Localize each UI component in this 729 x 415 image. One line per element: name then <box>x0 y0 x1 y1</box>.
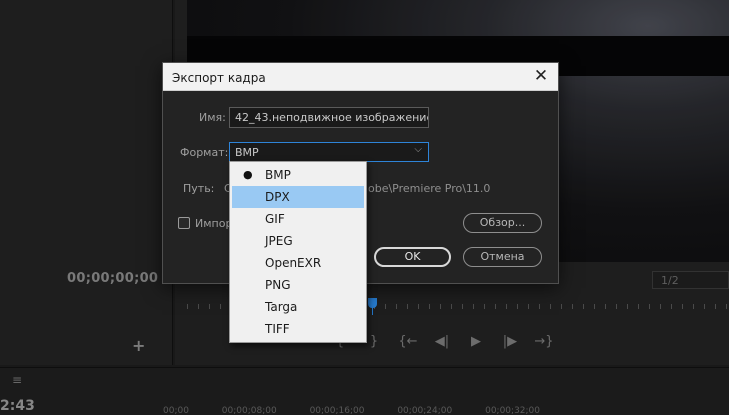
path-label: Путь: <box>183 182 215 195</box>
ok-button[interactable]: OK <box>374 247 451 267</box>
cancel-button[interactable]: Отмена <box>463 247 542 267</box>
format-option-dpx[interactable]: DPX <box>232 186 364 208</box>
name-label: Имя: <box>199 111 226 124</box>
format-option-jpeg[interactable]: JPEG <box>230 230 366 252</box>
format-select[interactable]: BMP ⌵ <box>229 142 429 162</box>
name-input[interactable]: 42_43.неподвижное изображение001 <box>229 107 429 128</box>
format-option-label: DPX <box>265 190 290 204</box>
selected-dot-icon: ● <box>243 168 253 181</box>
format-option-label: TIFF <box>265 322 290 336</box>
format-option-label: OpenEXR <box>265 256 322 270</box>
format-value: BMP <box>235 146 259 159</box>
format-option-targa[interactable]: Targa <box>230 296 366 318</box>
import-checkbox[interactable] <box>178 217 190 229</box>
format-option-bmp[interactable]: ● BMP <box>230 164 366 186</box>
format-option-label: Targa <box>265 300 298 314</box>
format-option-label: GIF <box>265 212 285 226</box>
format-option-tiff[interactable]: TIFF <box>230 318 366 340</box>
browse-button[interactable]: Обзор... <box>463 213 542 233</box>
format-option-png[interactable]: PNG <box>230 274 366 296</box>
format-option-label: PNG <box>265 278 291 292</box>
dialog-titlebar: Экспорт кадра ✕ <box>163 63 558 91</box>
import-label: Импор <box>195 217 233 230</box>
format-option-label: JPEG <box>265 234 293 248</box>
close-icon[interactable]: ✕ <box>532 68 550 86</box>
chevron-down-icon: ⌵ <box>414 144 422 155</box>
format-label: Формат: <box>180 146 229 159</box>
format-dropdown-list: ● BMP DPX GIF JPEG OpenEXR PNG Targa TIF… <box>229 161 367 343</box>
format-option-openexr[interactable]: OpenEXR <box>230 252 366 274</box>
format-option-gif[interactable]: GIF <box>230 208 366 230</box>
format-option-label: BMP <box>265 168 291 182</box>
path-value: obe\Premiere Pro\11.0 <box>368 182 491 195</box>
dialog-title: Экспорт кадра <box>172 71 266 85</box>
